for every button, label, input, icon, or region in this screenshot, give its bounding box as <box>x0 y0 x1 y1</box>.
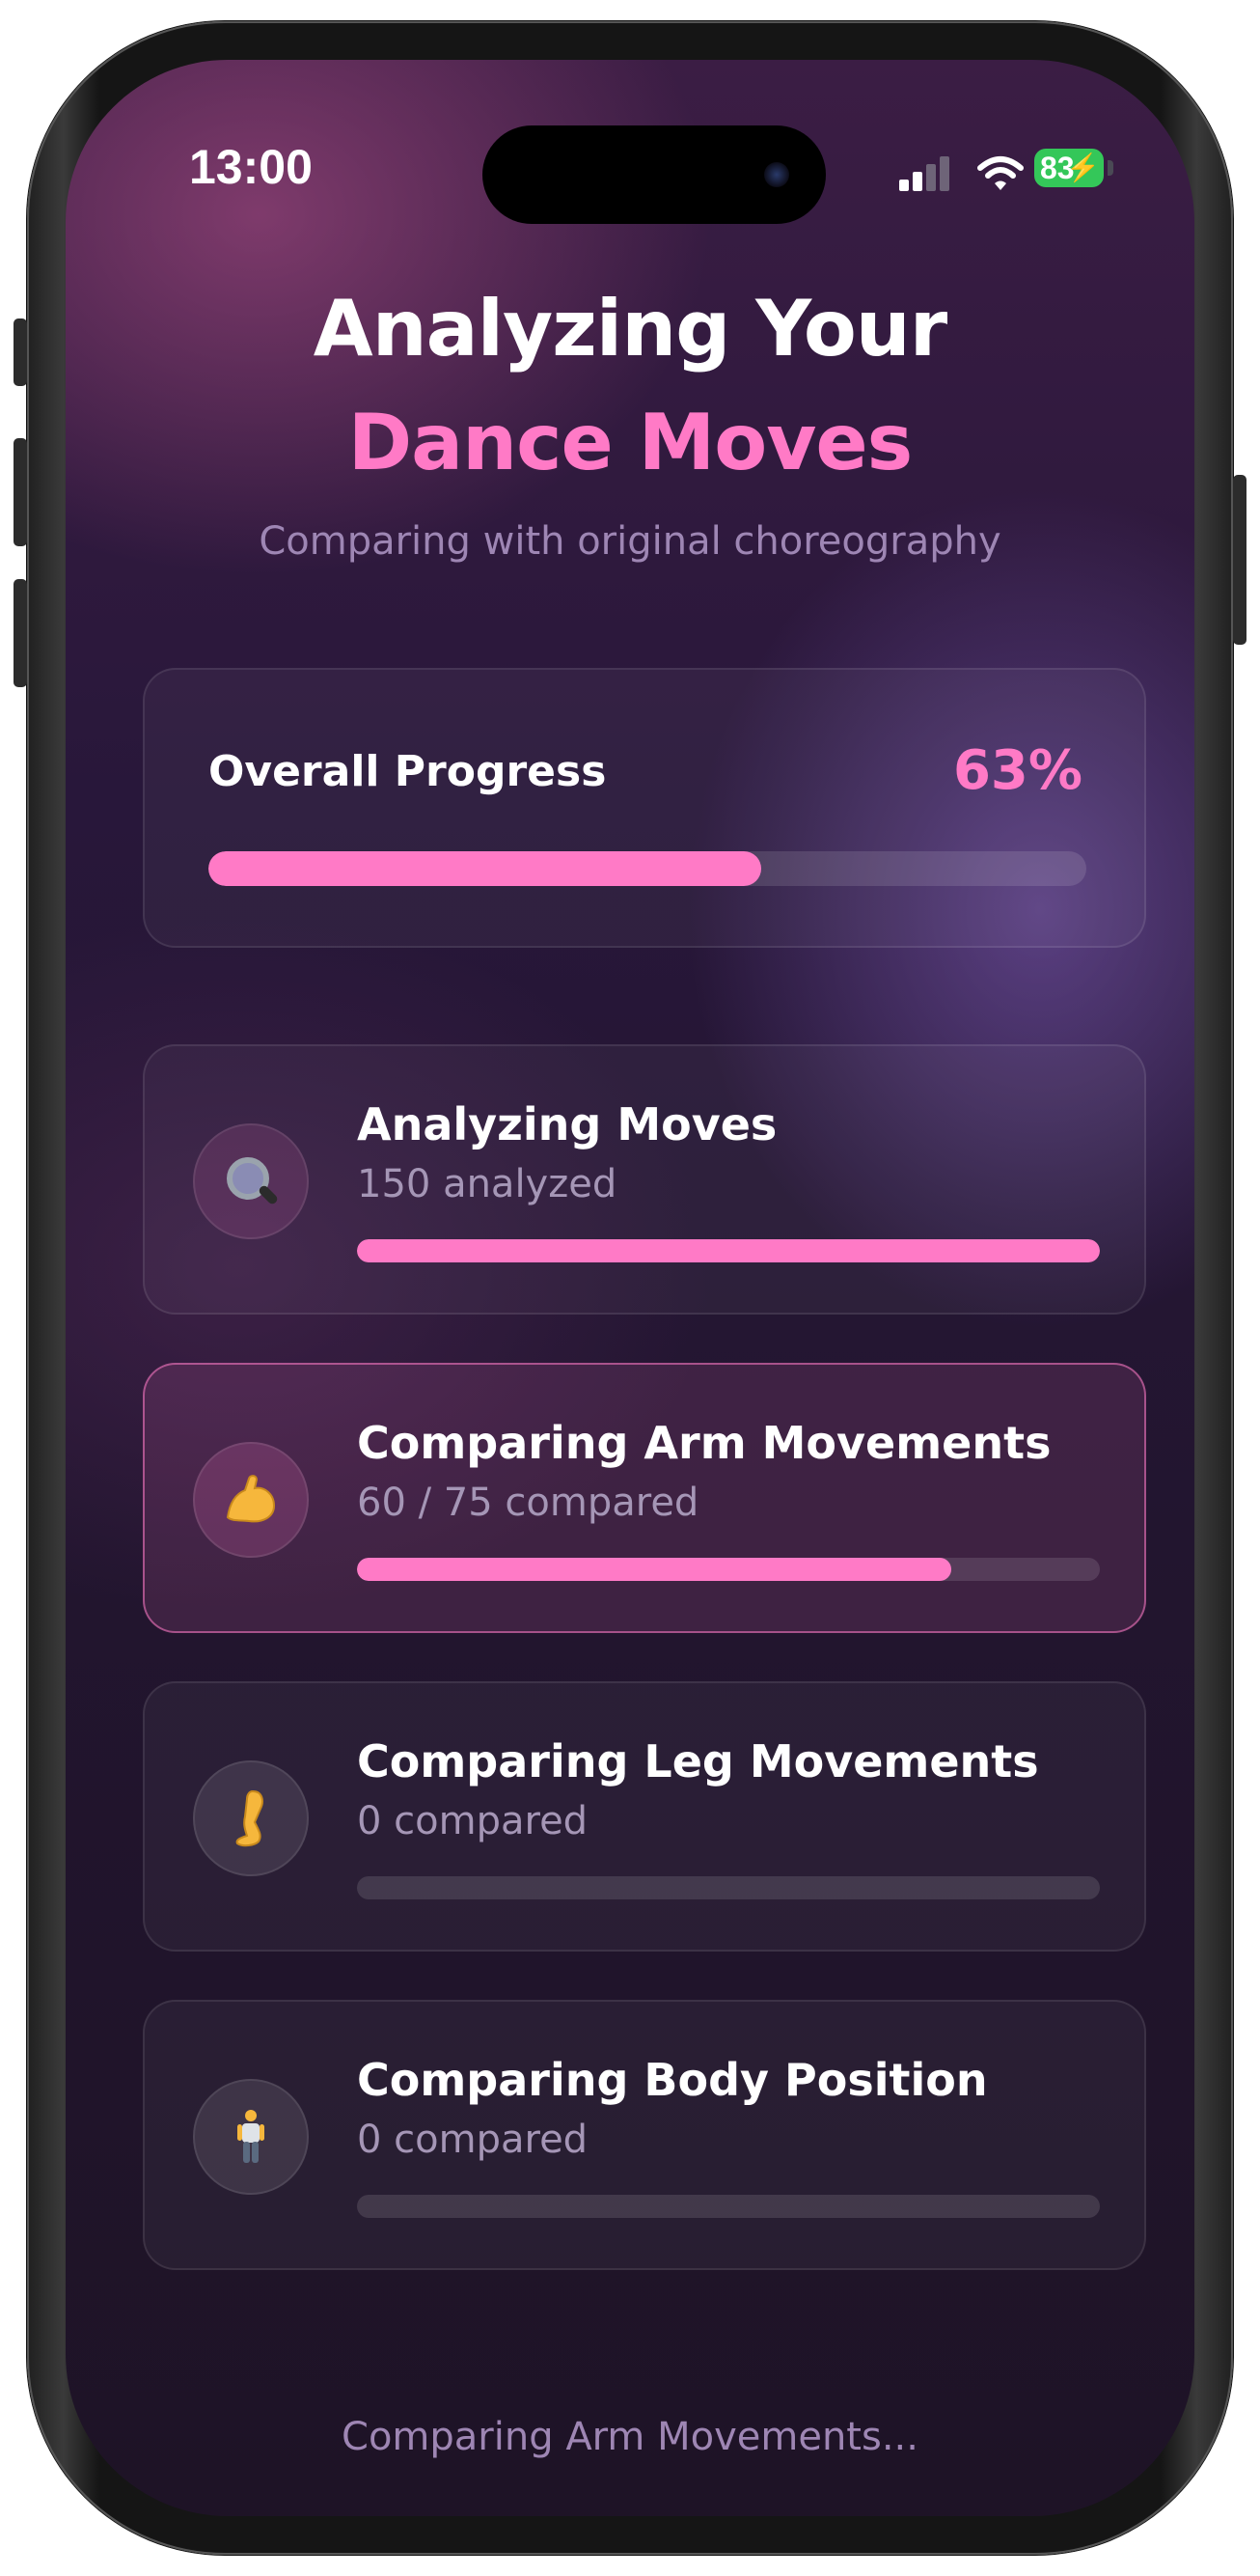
standing-person-icon <box>193 2079 309 2195</box>
page-title-line1: Analyzing Your <box>313 284 947 374</box>
battery-tip <box>1108 160 1113 176</box>
step-title: Comparing Leg Movements <box>357 1735 1039 1787</box>
overall-progress-card: Overall Progress 63% <box>143 668 1146 948</box>
cellular-signal-icon <box>899 156 949 191</box>
battery-indicator: 83 ⚡ <box>1034 149 1104 187</box>
front-camera-icon <box>764 162 789 187</box>
step-title: Analyzing Moves <box>357 1098 778 1150</box>
page-title-line2: Dance Moves <box>347 398 913 487</box>
overall-progress-percent: 63% <box>952 739 1082 802</box>
page-subtitle: Comparing with original choreography <box>259 519 1001 564</box>
overall-progress-fill <box>208 851 762 886</box>
step-progress-bar <box>357 1239 1100 1262</box>
magnifier-icon <box>193 1123 309 1239</box>
step-title: Comparing Arm Movements <box>357 1417 1052 1469</box>
volume-down-button <box>14 579 27 687</box>
current-status-text: Comparing Arm Movements... <box>342 2415 918 2459</box>
step-subtitle: 60 / 75 compared <box>357 1481 699 1525</box>
overall-progress-bar <box>208 851 1086 886</box>
overall-progress-label: Overall Progress <box>208 747 607 796</box>
leg-icon <box>193 1760 309 1876</box>
app-screen: 13:00 83 ⚡ Analyzing Your Dance Moves Co… <box>66 60 1194 2516</box>
step-progress-fill <box>357 1558 951 1581</box>
step-subtitle: 0 compared <box>357 2118 589 2162</box>
step-card-analyzing-moves: Analyzing Moves 150 analyzed <box>143 1044 1146 1315</box>
step-progress-bar <box>357 1558 1100 1581</box>
dynamic-island <box>482 125 826 224</box>
wifi-icon <box>977 156 1024 190</box>
step-progress-bar <box>357 2195 1100 2218</box>
step-title: Comparing Body Position <box>357 2054 988 2106</box>
flexed-biceps-icon <box>193 1442 309 1558</box>
step-progress-fill <box>357 1239 1100 1262</box>
step-card-leg-movements: Comparing Leg Movements 0 compared <box>143 1681 1146 1952</box>
status-time: 13:00 <box>189 140 313 194</box>
phone-frame: 13:00 83 ⚡ Analyzing Your Dance Moves Co… <box>14 21 1246 2555</box>
step-subtitle: 0 compared <box>357 1799 589 1843</box>
charging-bolt-icon: ⚡ <box>1066 152 1100 182</box>
step-card-body-position: Comparing Body Position 0 compared <box>143 2000 1146 2270</box>
step-subtitle: 150 analyzed <box>357 1162 617 1206</box>
step-progress-bar <box>357 1876 1100 1899</box>
step-card-arm-movements: Comparing Arm Movements 60 / 75 compared <box>143 1363 1146 1633</box>
action-button <box>14 319 27 386</box>
power-button <box>1233 475 1246 645</box>
volume-up-button <box>14 438 27 546</box>
